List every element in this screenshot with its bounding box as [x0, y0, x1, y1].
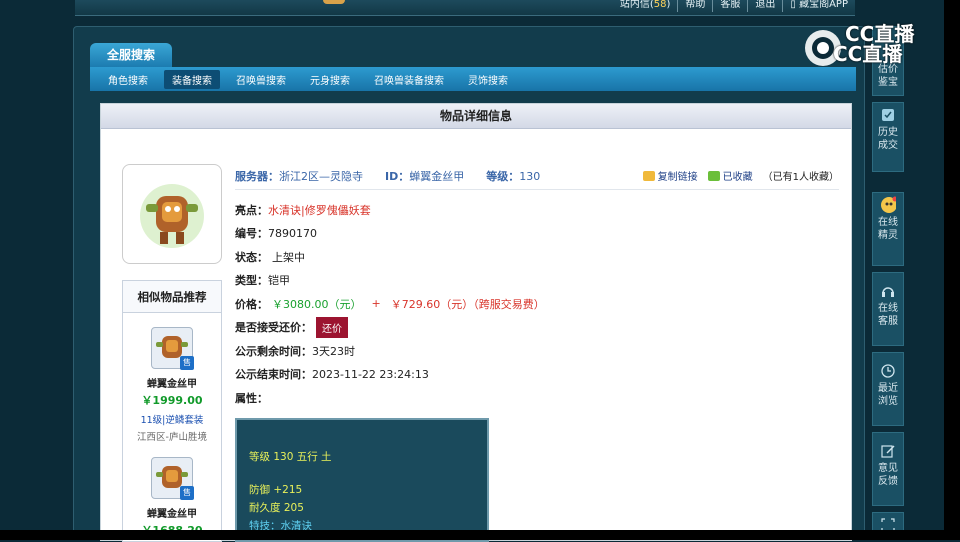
offer-row: 是否接受还价： 还价: [235, 316, 835, 340]
sell-badge: 售: [180, 486, 194, 500]
related-item-tags[interactable]: 11级|逆鳞套装: [123, 412, 221, 426]
sell-badge: 售: [180, 356, 194, 370]
main-panel: 全服搜索 角色搜索 装备搜索 召唤兽搜索 元身搜索 召唤兽装备搜索 灵饰搜索 物…: [73, 26, 865, 542]
counter-offer-button[interactable]: 还价: [316, 316, 348, 338]
armor-icon: [140, 184, 204, 248]
attr-level-element: 等级 130 五行 土: [249, 451, 332, 463]
item-detail-rows: 亮点： 水清诀|修罗傀儡妖套 编号： 7890170 状态： 上架中 类型： 铠甲 价格…: [235, 198, 835, 410]
related-item-server: 江西区-庐山胜境: [137, 432, 207, 443]
favorite-count: （已有1人收藏）: [762, 172, 839, 183]
tab-role-search[interactable]: 角色搜索: [100, 70, 156, 89]
sidebar-item-feedback[interactable]: 意见 反馈: [872, 432, 904, 506]
highlight-row: 亮点： 水清诀|修罗傀儡妖套: [235, 203, 371, 217]
top-links: 站内信(58) 帮助 客服 退出 ▯ 藏宝阁APP: [613, 0, 855, 12]
screen-edge: [944, 0, 960, 540]
attr-row: 属性：: [235, 391, 268, 405]
messages-link[interactable]: 站内信(58): [613, 0, 678, 12]
server-info: 服务器：浙江2区—灵隐寺: [235, 169, 363, 183]
sidebar-item-history[interactable]: 历史 成交: [872, 102, 904, 172]
link-icon: [642, 170, 655, 181]
level-info: 等级：130: [486, 169, 541, 183]
tab-equip-search[interactable]: 装备搜索: [164, 69, 220, 89]
favorite-button[interactable]: 已收藏: [707, 168, 753, 183]
related-item-name[interactable]: 蝉翼金丝甲: [123, 505, 221, 520]
tab-pet-search[interactable]: 召唤兽搜索: [228, 70, 294, 89]
related-item-icon[interactable]: 售: [151, 327, 194, 370]
sidebar-label: 最近 浏览: [878, 383, 898, 407]
attribute-box: 等级 130 五行 土 防御 +215 耐久度 205 特技：水清诀: [235, 418, 489, 542]
sidebar-label: 历史 成交: [878, 127, 898, 151]
attr-defense: 防御 +215: [249, 484, 303, 496]
related-item[interactable]: 售 蝉翼金丝甲 ￥1999.00 11级|逆鳞套装 江西区-庐山胜境: [123, 313, 221, 443]
tab-global-search[interactable]: 全服搜索: [90, 43, 172, 67]
attr-durability: 耐久度 205: [249, 502, 304, 514]
sprite-icon: [880, 196, 896, 213]
edit-icon: [880, 443, 896, 459]
favorite-icon: [707, 170, 720, 181]
type-row: 类型： 铠甲: [235, 274, 290, 288]
service-link[interactable]: 客服: [712, 0, 747, 12]
app-link[interactable]: ▯ 藏宝阁APP: [782, 0, 855, 12]
sidebar-item-service[interactable]: 在线 客服: [872, 272, 904, 346]
id-info: ID：蝉翼金丝甲: [385, 169, 465, 183]
logout-link[interactable]: 退出: [747, 0, 782, 12]
top-bar: 站内信(58) 帮助 客服 退出 ▯ 藏宝阁APP: [75, 0, 855, 16]
tab-ornament-search[interactable]: 灵饰搜索: [460, 70, 516, 89]
number-row: 编号： 7890170: [235, 226, 317, 241]
remain-row: 公示剩余时间： 3天23时: [235, 344, 355, 358]
status-row: 状态： 上架中: [235, 250, 305, 264]
watermark-text-shadow: CC直播: [833, 42, 903, 66]
detail-header: 物品详细信息: [101, 104, 851, 129]
item-image: [122, 164, 222, 264]
logo-fragment: [323, 0, 345, 4]
related-item[interactable]: 售 蝉翼金丝甲 ￥1688.20: [123, 443, 221, 538]
sidebar-item-sprite[interactable]: 在线 精灵: [872, 192, 904, 266]
related-item-name[interactable]: 蝉翼金丝甲: [123, 375, 221, 390]
tab-pet-equip-search[interactable]: 召唤兽装备搜索: [366, 70, 452, 89]
item-summary-bar: 服务器：浙江2区—灵隐寺 ID：蝉翼金丝甲 等级：130 复制链接 已收藏 （已…: [235, 162, 839, 190]
clock-icon: [880, 363, 896, 379]
copy-link-button[interactable]: 复制链接: [642, 168, 698, 183]
detail-content: 物品详细信息 相似物品推荐 售 蝉翼金丝甲 ￥1999.00 11级|逆鳞套装 …: [100, 103, 852, 542]
price-row: 价格： ￥3080.00（元） + ￥729.60（元）（跨服交易费）: [235, 297, 545, 311]
sidebar-label: 在线 客服: [878, 303, 898, 327]
related-title: 相似物品推荐: [123, 281, 221, 313]
sidebar-label: 在线 精灵: [878, 217, 898, 241]
screen-edge-bottom: [0, 530, 960, 540]
sidebar-item-recent[interactable]: 最近 浏览: [872, 352, 904, 426]
help-link[interactable]: 帮助: [677, 0, 712, 12]
tab-body-search[interactable]: 元身搜索: [302, 70, 358, 89]
related-item-icon[interactable]: 售: [151, 457, 194, 500]
end-row: 公示结束时间： 2023-11-22 23:24:13: [235, 367, 429, 382]
right-sidebar: 估价 鉴宝 历史 成交 在线 精灵 在线 客服 最近 浏览 意见 反馈: [872, 26, 904, 540]
sidebar-label: 意见 反馈: [878, 463, 898, 487]
stream-watermark: CC直播 CC直播: [803, 18, 953, 68]
headset-icon: [880, 283, 896, 299]
history-icon: [880, 107, 896, 123]
search-subnav: 角色搜索 装备搜索 召唤兽搜索 元身搜索 召唤兽装备搜索 灵饰搜索: [90, 67, 856, 91]
item-actions: 复制链接 已收藏 （已有1人收藏）: [642, 168, 839, 183]
related-items: 相似物品推荐 售 蝉翼金丝甲 ￥1999.00 11级|逆鳞套装 江西区-庐山胜…: [122, 280, 222, 542]
related-item-price: ￥1999.00: [141, 394, 203, 407]
